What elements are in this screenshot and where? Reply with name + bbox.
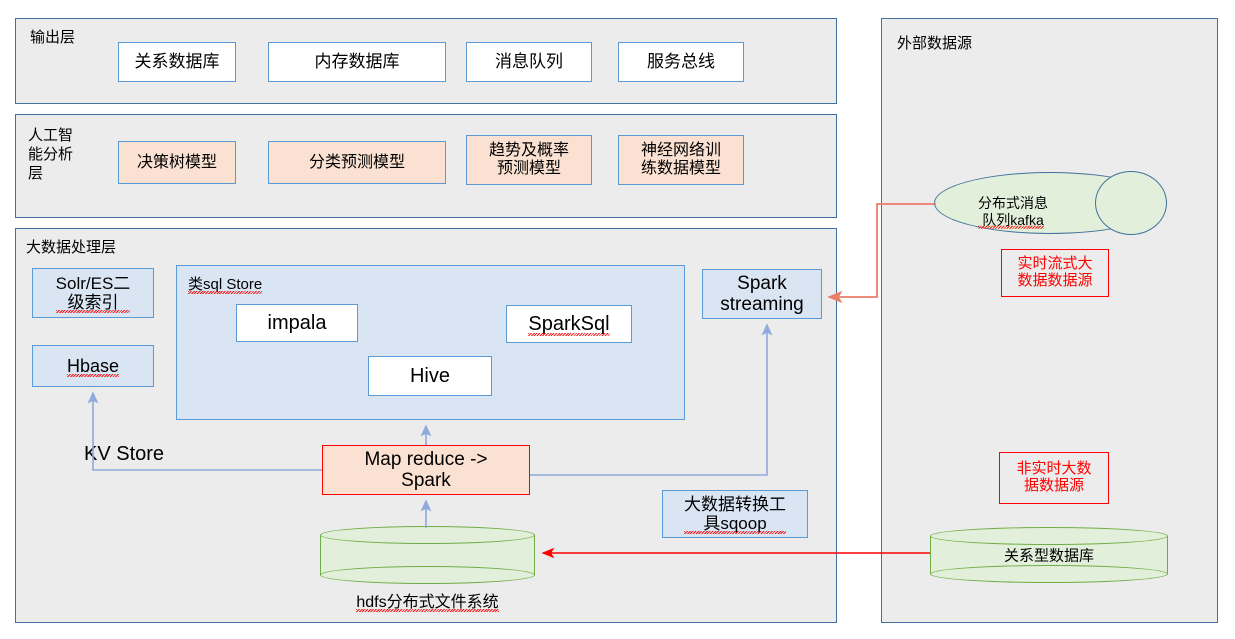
ai-box-classification-label: 分类预测模型 <box>308 153 405 171</box>
output-box-esb-label: 服务总线 <box>647 52 715 72</box>
bigdata-box-solr-es[interactable]: Solr/ES二 级索引 <box>32 268 154 318</box>
bigdata-box-impala-label: impala <box>267 311 327 334</box>
rdb-cylinder-bottom <box>930 565 1168 583</box>
panel-external-layer-title: 外部数据源 <box>897 35 973 52</box>
ai-box-decision-tree[interactable]: 决策树模型 <box>118 141 236 184</box>
bigdata-box-solr-es-label: Solr/ES二 级索引 <box>55 273 131 314</box>
external-cylinder-rdb-label: 关系型数据库 <box>1003 547 1094 565</box>
bigdata-cylinder-hdfs[interactable] <box>320 526 535 584</box>
ai-box-trend-probability[interactable]: 趋势及概率 预测模型 <box>466 135 592 185</box>
external-cylinder-kafka[interactable]: 分布式消息 队列kafka <box>934 171 1167 235</box>
output-box-memdb-label: 内存数据库 <box>314 52 400 72</box>
external-note-batch-label: 非实时大数 据数据源 <box>1016 460 1092 494</box>
bigdata-box-impala[interactable]: impala <box>236 304 358 342</box>
ai-box-neural-network[interactable]: 神经网络训 练数据模型 <box>618 135 744 185</box>
output-box-rdb-label: 关系数据库 <box>134 52 220 72</box>
output-box-memdb[interactable]: 内存数据库 <box>268 42 446 82</box>
diagram-canvas: 输出层 关系数据库 内存数据库 消息队列 服务总线 人工智 能分析 层 决策树模… <box>0 0 1235 639</box>
bigdata-box-mapreduce-spark[interactable]: Map reduce -> Spark <box>322 445 530 495</box>
ai-box-neural-network-label: 神经网络训 练数据模型 <box>640 142 721 177</box>
bigdata-box-sparksql-label: SparkSql <box>528 312 610 337</box>
ai-box-trend-probability-label: 趋势及概率 预测模型 <box>488 142 569 177</box>
external-note-batch: 非实时大数 据数据源 <box>999 452 1109 504</box>
output-box-mq-label: 消息队列 <box>495 52 563 72</box>
bigdata-box-hbase[interactable]: Hbase <box>32 345 154 387</box>
bigdata-box-spark-streaming-label: Spark streaming <box>720 272 804 315</box>
panel-output-layer-title: 输出层 <box>30 29 76 46</box>
external-note-realtime-label: 实时流式大 数据数据源 <box>1017 255 1093 289</box>
bigdata-box-sqoop[interactable]: 大数据转换工 具sqoop <box>662 490 808 538</box>
ai-box-classification[interactable]: 分类预测模型 <box>268 141 446 184</box>
rdb-cylinder-top <box>930 527 1168 545</box>
external-cylinder-kafka-label: 分布式消息 队列kafka <box>978 194 1048 228</box>
bigdata-box-sqoop-label: 大数据转换工 具sqoop <box>684 494 786 535</box>
bigdata-box-hbase-label: Hbase <box>66 355 120 378</box>
kafka-cylinder-cap <box>1095 171 1167 235</box>
bigdata-box-hive[interactable]: Hive <box>368 356 492 396</box>
bigdata-box-sparksql[interactable]: SparkSql <box>506 305 632 343</box>
hdfs-cylinder-top <box>320 526 535 544</box>
bigdata-box-spark-streaming[interactable]: Spark streaming <box>702 269 822 319</box>
panel-bigdata-layer-title: 大数据处理层 <box>26 239 117 256</box>
bigdata-container-sql-store-title: 类sql Store <box>188 276 263 293</box>
external-note-realtime: 实时流式大 数据数据源 <box>1001 249 1109 297</box>
bigdata-box-mapreduce-spark-label: Map reduce -> Spark <box>364 448 488 491</box>
output-box-rdb[interactable]: 关系数据库 <box>118 42 236 82</box>
output-box-esb[interactable]: 服务总线 <box>618 42 744 82</box>
hdfs-cylinder-bottom <box>320 566 535 584</box>
kv-store-label: KV Store <box>84 443 165 465</box>
panel-ai-layer-title: 人工智 能分析 层 <box>28 127 74 182</box>
bigdata-cylinder-hdfs-label: hdfs分布式文件系统 <box>356 594 499 611</box>
ai-box-decision-tree-label: 决策树模型 <box>136 153 217 171</box>
bigdata-box-hive-label: Hive <box>409 364 450 387</box>
external-cylinder-rdb[interactable]: 关系型数据库 <box>930 527 1168 583</box>
output-box-mq[interactable]: 消息队列 <box>466 42 592 82</box>
